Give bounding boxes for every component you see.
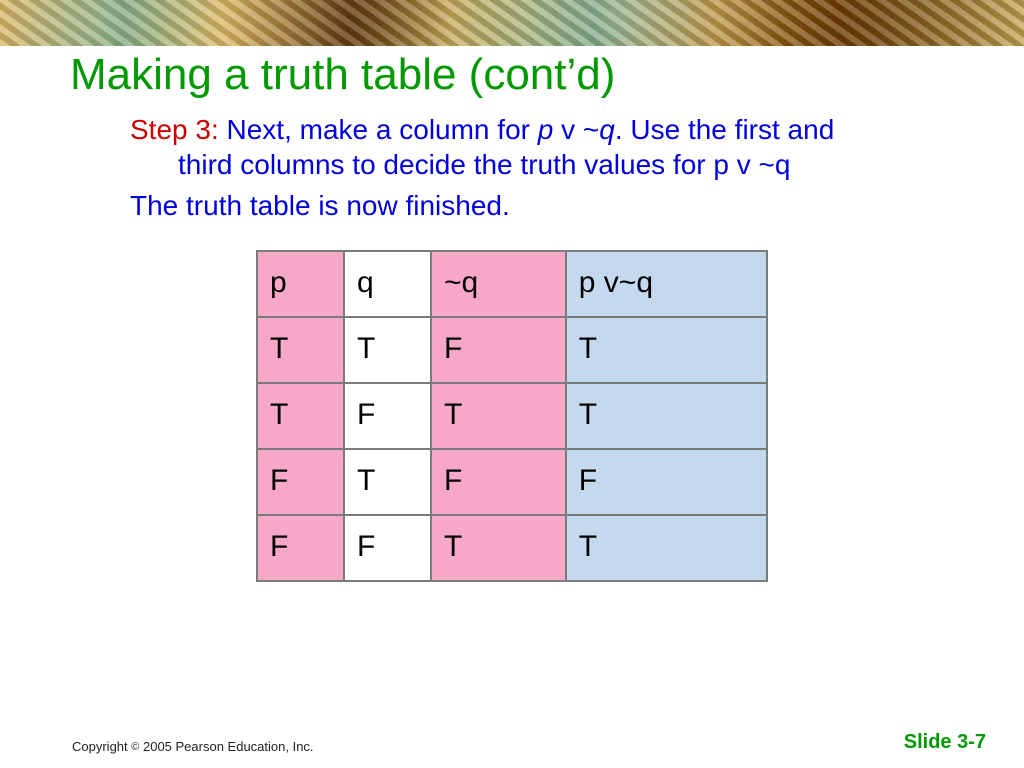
step-italic-1: p xyxy=(538,114,554,145)
copyright-post: 2005 Pearson Education, Inc. xyxy=(143,739,314,754)
cell: T xyxy=(566,383,767,449)
step-mid: v ~ xyxy=(553,114,599,145)
copyright-symbol-icon: © xyxy=(131,741,139,753)
cell: F xyxy=(431,317,566,383)
cell: T xyxy=(344,449,431,515)
col-header-q: q xyxy=(344,251,431,317)
step-post: . Use the first and xyxy=(615,114,834,145)
slide-title: Making a truth table (cont’d) xyxy=(70,50,615,100)
slide: Making a truth table (cont’d) Step 3: Ne… xyxy=(0,0,1024,768)
cell: T xyxy=(257,383,344,449)
truth-table-wrap: p q ~q p v~q T T F T T F T T F T F F xyxy=(256,250,768,582)
cell: T xyxy=(257,317,344,383)
step-line: Step 3: Next, make a column for p v ~q. … xyxy=(130,112,964,182)
cell: F xyxy=(344,383,431,449)
copyright-pre: Copyright xyxy=(72,739,131,754)
step-label: Step 3: xyxy=(130,114,227,145)
cell: T xyxy=(566,317,767,383)
truth-table: p q ~q p v~q T T F T T F T T F T F F xyxy=(256,250,768,582)
cell: F xyxy=(344,515,431,581)
finished-text: The truth table is now finished. xyxy=(130,188,964,223)
cell: F xyxy=(431,449,566,515)
decorative-banner xyxy=(0,0,1024,46)
cell: F xyxy=(257,449,344,515)
copyright: Copyright © 2005 Pearson Education, Inc. xyxy=(72,739,314,754)
slide-body: Step 3: Next, make a column for p v ~q. … xyxy=(130,112,964,223)
table-row: F F T T xyxy=(257,515,767,581)
step-text-1: Next, make a column for xyxy=(227,114,538,145)
step-line2: third columns to decide the truth values… xyxy=(130,147,964,182)
cell: F xyxy=(257,515,344,581)
table-row: T T F T xyxy=(257,317,767,383)
cell: F xyxy=(566,449,767,515)
col-header-notq: ~q xyxy=(431,251,566,317)
table-row: F T F F xyxy=(257,449,767,515)
slide-number: Slide 3-7 xyxy=(904,731,986,754)
cell: T xyxy=(431,383,566,449)
step-italic-2: q xyxy=(599,114,615,145)
cell: T xyxy=(344,317,431,383)
footer: Copyright © 2005 Pearson Education, Inc.… xyxy=(0,730,1024,754)
col-header-pvnq: p v~q xyxy=(566,251,767,317)
table-row: p q ~q p v~q xyxy=(257,251,767,317)
col-header-p: p xyxy=(257,251,344,317)
cell: T xyxy=(431,515,566,581)
cell: T xyxy=(566,515,767,581)
table-row: T F T T xyxy=(257,383,767,449)
